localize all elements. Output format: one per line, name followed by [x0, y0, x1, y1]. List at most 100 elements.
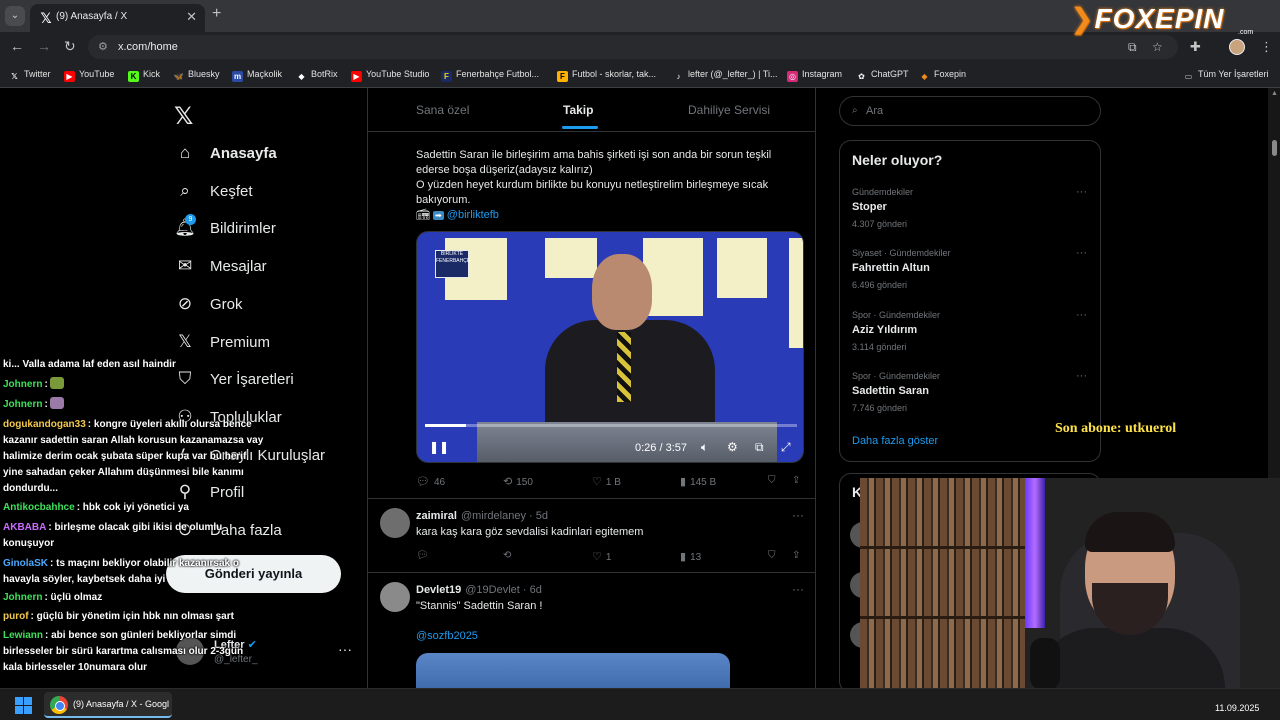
notification-badge: 9 — [185, 214, 196, 225]
reply-button[interactable]: 💬︎ 46 — [416, 475, 445, 488]
scrollbar-thumb[interactable] — [1272, 140, 1277, 156]
trend-item[interactable]: Fahrettin Altun — [852, 262, 930, 274]
chat-message: GinolaSK: ts maçını bekliyor olabilir ka… — [3, 558, 239, 585]
bookmark-foxepin[interactable]: ◆ Foxepin — [919, 69, 966, 82]
install-app-icon[interactable]: ⧉ — [1128, 40, 1137, 55]
bookmark-chatgpt[interactable]: ✿ ChatGPT — [856, 69, 908, 82]
chat-message: ki... Valla adama laf eden asıl haindir — [3, 359, 176, 370]
chat-message: Johnern: üçlü olmaz — [3, 592, 103, 603]
scroll-up-icon[interactable]: ▲ — [1271, 90, 1278, 97]
share-icon[interactable]: ⇪ — [792, 475, 800, 486]
trend-more-icon[interactable]: ··· — [1076, 247, 1087, 259]
tweet-author[interactable]: zaimiral @mirdelaney · 5d — [416, 510, 548, 522]
tab-following[interactable]: Takip — [563, 103, 593, 117]
bookmark-twitter[interactable]: 𝕏 Twitter — [9, 69, 50, 82]
site-info-icon[interactable]: ⚙ — [98, 40, 108, 53]
browser-tab[interactable]: 𝕏 (9) Anasayfa / X ✕ — [30, 4, 205, 32]
menu-kebab-icon[interactable]: ⋮ — [1260, 39, 1273, 55]
bookmark-bluesky[interactable]: 🦋 Bluesky — [173, 69, 220, 82]
windows-start-icon[interactable] — [15, 697, 32, 714]
bookmark-youtube-studio[interactable]: ▶ YouTube Studio — [351, 69, 429, 82]
trend-more-icon[interactable]: ··· — [1076, 186, 1087, 198]
search-input[interactable]: ⌕ Ara — [839, 96, 1101, 126]
fullscreen-icon[interactable]: ⤢ — [781, 440, 791, 455]
mention-link[interactable]: @birliktefb — [447, 209, 499, 221]
trend-more-icon[interactable]: ··· — [1076, 370, 1087, 382]
extensions-icon[interactable]: ✚ — [1190, 39, 1201, 55]
nav-messages[interactable]: ✉ Mesajlar — [174, 254, 267, 278]
grok-icon: ⊘ — [177, 294, 193, 313]
nav-home[interactable]: ⌂ Anasayfa — [174, 141, 277, 165]
new-tab-icon[interactable]: + — [212, 5, 221, 23]
url-text: x.com/home — [118, 41, 178, 53]
bookmark-youtube[interactable]: ▶ YouTube — [64, 69, 114, 82]
bookmark-instagram[interactable]: ◎ Instagram — [787, 69, 842, 82]
address-bar[interactable]: ⚙ x.com/home ⧉ ☆ — [88, 35, 1178, 59]
volume-icon[interactable]: 🔈︎ — [701, 440, 708, 455]
tab-search-icon[interactable]: ⌄ — [5, 6, 25, 26]
taskbar-chrome-app[interactable]: (9) Anasayfa / X - Googl — [44, 692, 172, 718]
trend-category: Spor · Gündemdekiler — [852, 371, 941, 381]
like-button[interactable]: ♡ 1 B — [592, 475, 621, 488]
tab-dahiliye-servisi[interactable]: Dahiliye Servisi — [688, 103, 770, 117]
repost-icon[interactable]: ⟲ — [503, 550, 511, 561]
close-tab-icon[interactable]: ✕ — [186, 9, 197, 25]
mention-link[interactable]: @sozfb2025 — [416, 630, 478, 642]
tweet-more-icon[interactable]: ··· — [792, 508, 804, 522]
bookmark-tweet-icon[interactable]: ⛉ — [768, 475, 776, 486]
nav-grok[interactable]: ⊘ Grok — [174, 292, 243, 316]
forward-icon[interactable]: → — [37, 38, 51, 54]
pause-icon[interactable]: ❚❚ — [429, 440, 449, 454]
bookmark-futbol-skorlar[interactable]: F Futbol - skorlar, tak... — [557, 69, 656, 82]
nav-explore[interactable]: ⌕ Keşfet — [174, 179, 252, 203]
windows-taskbar: (9) Anasayfa / X - Googl 11.09.2025 — [0, 688, 1280, 720]
stream-chat-overlay: ki... Valla adama laf eden asıl haindir … — [0, 357, 270, 680]
profile-avatar-icon[interactable] — [1229, 39, 1245, 55]
avatar[interactable] — [380, 582, 410, 612]
views-button[interactable]: ▮ 13 — [680, 550, 701, 563]
bookmark-star-icon[interactable]: ☆ — [1152, 40, 1163, 54]
trend-item[interactable]: Stoper — [852, 201, 887, 213]
show-more-link[interactable]: Daha fazla göster — [852, 435, 938, 447]
home-icon: ⌂ — [179, 143, 191, 162]
bookmark-mackolik[interactable]: m Maçkolik — [232, 69, 282, 82]
webcam-overlay — [860, 478, 1280, 688]
settings-gear-icon[interactable]: ⚙ — [727, 440, 738, 454]
views-button[interactable]: ▮ 145 B — [680, 475, 716, 488]
share-icon[interactable]: ⇪ — [792, 550, 800, 561]
bookmark-lefter-tiktok[interactable]: ♪ lefter (@_lefter_) | Ti... — [673, 69, 778, 82]
account-more-icon[interactable]: ··· — [338, 641, 352, 657]
back-icon[interactable]: ← — [10, 38, 24, 54]
streamer-body — [1035, 628, 1225, 688]
trend-category: Siyaset · Gündemdekiler — [852, 248, 951, 258]
reply-icon[interactable]: 💬︎ — [416, 550, 429, 561]
trend-item[interactable]: Aziz Yıldırım — [852, 324, 917, 336]
tweet-image[interactable] — [416, 653, 730, 688]
tweet-actions: 💬︎ 46 ⟲ 150 ♡ 1 B ▮ 145 B ⛉ ⇪ — [416, 475, 802, 491]
video-player[interactable]: BİRLİKTE FENERBAHÇE ❚❚ 0:26 / 3:57 🔈︎ ⚙ ⧉… — [416, 231, 804, 463]
reply-icon: 💬︎ — [416, 476, 430, 488]
picture-in-picture-icon[interactable]: ⧉ — [755, 440, 764, 455]
arrow-emoji-icon: ➡ — [433, 211, 444, 220]
like-button[interactable]: ♡ 1 — [592, 550, 611, 563]
trend-more-icon[interactable]: ··· — [1076, 309, 1087, 321]
bookshelf — [860, 478, 1025, 688]
bookmark-kick[interactable]: K Kick — [128, 69, 160, 82]
bookmark-fenerbahce[interactable]: F Fenerbahçe Futbol... — [441, 69, 539, 82]
tweet-author[interactable]: Devlet19 @19Devlet · 6d — [416, 584, 542, 596]
nav-notifications[interactable]: 🔔︎ 9 Bildirimler — [174, 214, 276, 240]
bookmark-tweet-icon[interactable]: ⛉ — [768, 550, 776, 561]
all-bookmarks-folder[interactable]: ▭ Tüm Yer İşaretleri — [1183, 69, 1269, 82]
video-progress-bar[interactable] — [425, 424, 797, 427]
divider — [368, 572, 816, 573]
reload-icon[interactable]: ↻ — [64, 38, 76, 55]
tweet-more-icon[interactable]: ··· — [792, 582, 804, 596]
x-logo-icon[interactable]: 𝕏 — [174, 102, 193, 131]
nav-premium[interactable]: 𝕏 Premium — [174, 330, 270, 354]
avatar[interactable] — [380, 508, 410, 538]
bookmark-botrix[interactable]: ◆ BotRix — [296, 69, 337, 82]
video-progress-fill — [425, 424, 466, 427]
tab-for-you[interactable]: Sana özel — [416, 103, 469, 117]
trend-item[interactable]: Sadettin Saran — [852, 385, 929, 397]
repost-button[interactable]: ⟲ 150 — [503, 475, 533, 488]
